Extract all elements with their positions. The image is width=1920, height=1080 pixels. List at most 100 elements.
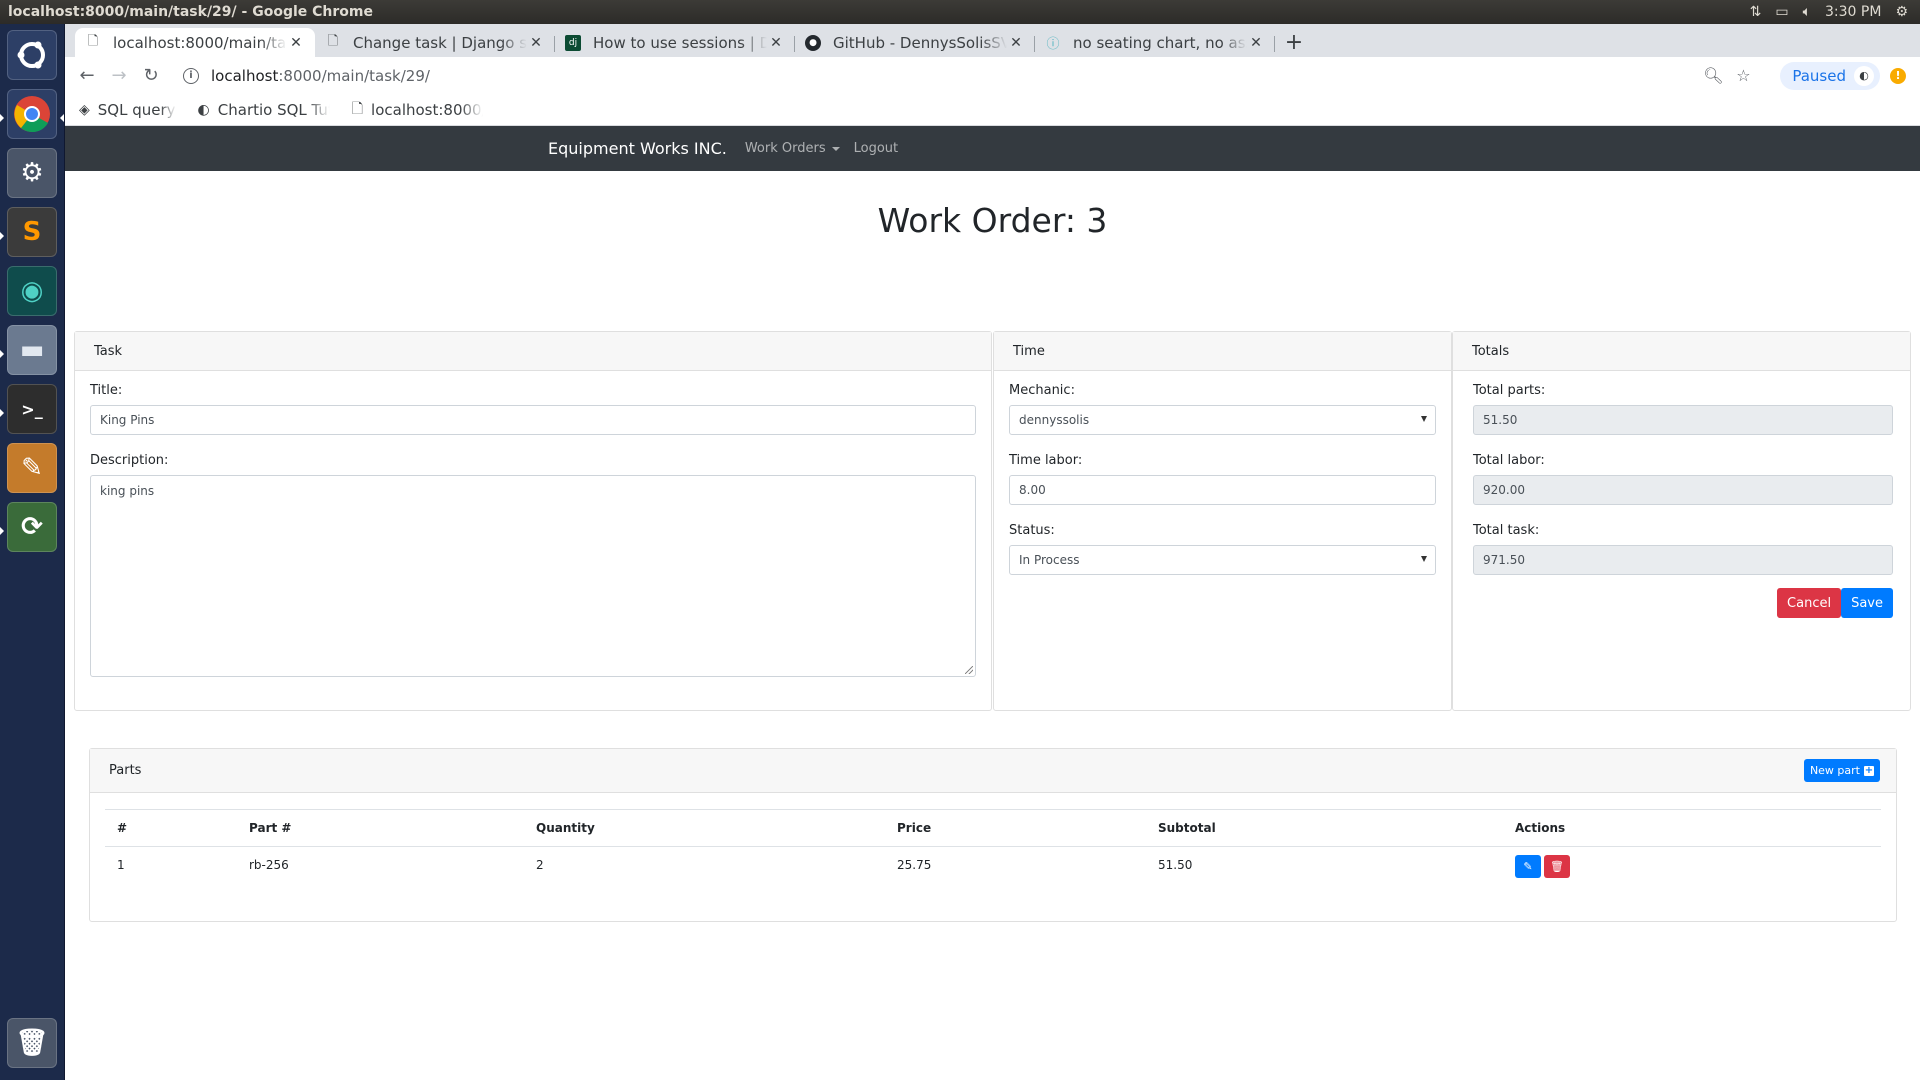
- running-indicator: [0, 114, 4, 122]
- total-parts-label: Total parts:: [1473, 383, 1546, 398]
- select-arrow-icon: [1421, 416, 1427, 422]
- battery-icon[interactable]: ▭: [1775, 4, 1788, 20]
- tab-title: How to use sessions | Django: [593, 33, 767, 52]
- avatar: ◐: [1854, 65, 1874, 86]
- select-arrow-icon: [1421, 556, 1427, 562]
- url-host: localhost: [211, 66, 279, 85]
- total-parts-value: 51.50: [1483, 413, 1518, 427]
- nav-work-orders-label: Work Orders: [744, 141, 826, 156]
- nav-work-orders-dropdown[interactable]: Work Orders: [745, 141, 840, 156]
- close-icon[interactable]: ✕: [767, 35, 785, 51]
- cell-number: 1: [117, 857, 125, 872]
- column-header-price: Price: [885, 809, 1146, 847]
- bookmark-localhost[interactable]: 🗋︎ localhost:8000/main: [352, 98, 483, 122]
- window-title: localhost:8000/main/task/29/ - Google Ch…: [8, 4, 373, 20]
- cell-actions: ✎ 🗑︎: [1503, 847, 1881, 883]
- mechanic-select[interactable]: dennyssolis: [1009, 405, 1436, 435]
- focused-indicator: [60, 114, 64, 122]
- bookmarks-bar: ◈ SQL query ◐ Chartio SQL Tutorial 🗋︎ lo…: [65, 94, 1920, 126]
- tab-seating-chart[interactable]: ⓘ no seating chart, no assign ✕: [1035, 28, 1275, 57]
- browser-toolbar: ← → ↻ i localhost:8000/main/task/29/ 🔍︎ …: [65, 57, 1920, 94]
- parts-card: Parts New part + # Part # Quantity Price…: [89, 748, 1897, 922]
- description-value: king pins: [100, 484, 155, 498]
- clock[interactable]: 3:30 PM: [1825, 4, 1881, 20]
- network-arrows-icon[interactable]: ⇅: [1750, 4, 1762, 20]
- app-brand[interactable]: Equipment Works INC.: [548, 139, 727, 158]
- app-navbar: Equipment Works INC. Work Orders Logout: [65, 126, 1920, 171]
- tab-django-admin[interactable]: 🗋︎ Change task | Django site admin ✕: [315, 28, 555, 57]
- gitkraken-icon[interactable]: ◉: [7, 266, 57, 316]
- plus-square-icon: +: [1864, 764, 1874, 776]
- edit-button[interactable]: ✎: [1515, 855, 1541, 879]
- running-indicator: [0, 409, 4, 417]
- page-title: Work Order: 3: [877, 201, 1108, 240]
- page-icon: 🗋︎: [327, 33, 339, 49]
- forward-arrow-icon[interactable]: →: [103, 61, 135, 91]
- column-header-quantity: Quantity: [524, 809, 885, 847]
- ubuntu-dash-icon[interactable]: [7, 30, 57, 80]
- mechanic-label: Mechanic:: [1009, 383, 1075, 398]
- image-viewer-icon[interactable]: ✎: [7, 443, 57, 493]
- sql-icon: ◈: [79, 101, 90, 118]
- profile-button[interactable]: Paused ◐: [1780, 61, 1880, 90]
- cell-part: rb-256: [249, 857, 289, 872]
- total-task-field: 971.50: [1473, 545, 1893, 575]
- system-tray: ⇅ ▭ 🔈︎ 3:30 PM ⚙: [1750, 4, 1908, 20]
- chrome-icon[interactable]: [7, 89, 57, 139]
- globe-icon: ⓘ: [1046, 37, 1060, 52]
- cancel-button[interactable]: Cancel: [1777, 588, 1842, 618]
- disks-icon[interactable]: ▬: [7, 325, 57, 375]
- tab-github[interactable]: ● GitHub - DennysSolisSV/T ✕: [795, 28, 1035, 57]
- running-indicator: [0, 232, 4, 240]
- new-part-button[interactable]: New part +: [1803, 759, 1880, 782]
- software-updater-icon[interactable]: ⟳: [7, 502, 57, 552]
- running-indicator: [0, 527, 4, 535]
- close-icon[interactable]: ✕: [287, 35, 305, 51]
- save-button[interactable]: Save: [1841, 588, 1893, 618]
- page-icon: 🗋︎: [351, 100, 364, 117]
- address-bar[interactable]: i localhost:8000/main/task/29/ 🔍︎ ☆: [173, 60, 1769, 91]
- description-textarea[interactable]: king pins: [90, 475, 976, 677]
- time-card: Time Mechanic: dennyssolis Time labor: 8…: [993, 331, 1452, 711]
- system-settings-icon[interactable]: ⚙: [7, 148, 57, 198]
- reload-icon[interactable]: ↻: [135, 61, 167, 91]
- task-card-header: Task: [75, 332, 991, 371]
- time-labor-input[interactable]: 8.00: [1009, 475, 1436, 505]
- terminal-icon[interactable]: >_: [7, 384, 57, 434]
- sublime-text-icon[interactable]: S: [7, 207, 57, 257]
- parts-table: # Part # Quantity Price Subtotal Actions…: [105, 809, 1881, 883]
- volume-icon[interactable]: 🔈︎: [1803, 4, 1811, 20]
- bookmark-star-icon[interactable]: ☆: [1728, 66, 1758, 85]
- close-icon[interactable]: ✕: [527, 35, 545, 51]
- column-header-number: #: [105, 809, 237, 847]
- new-tab-button[interactable]: +: [1279, 28, 1309, 57]
- bookmark-chartio[interactable]: ◐ Chartio SQL Tutorial: [198, 101, 330, 119]
- settings-gear-icon[interactable]: ⚙: [1895, 4, 1908, 20]
- status-value: In Process: [1019, 553, 1080, 567]
- info-icon[interactable]: i: [183, 67, 199, 84]
- trash-icon[interactable]: 🗑︎: [7, 1018, 57, 1068]
- close-icon[interactable]: ✕: [1247, 35, 1265, 51]
- description-label: Description:: [90, 453, 169, 468]
- close-icon[interactable]: ✕: [1007, 35, 1025, 51]
- bookmark-label: SQL query: [97, 100, 176, 119]
- parts-card-header: Parts New part +: [90, 749, 1896, 793]
- cell-price: 25.75: [897, 857, 932, 872]
- bookmark-sql-query[interactable]: ◈ SQL query: [79, 101, 176, 119]
- tab-django-sessions[interactable]: dj How to use sessions | Django ✕: [555, 28, 795, 57]
- table-header-row: # Part # Quantity Price Subtotal Actions: [105, 809, 1881, 847]
- warning-icon[interactable]: !: [1890, 67, 1906, 84]
- tab-active[interactable]: 🗋︎ localhost:8000/main/task/29/ ✕: [75, 28, 315, 57]
- delete-button[interactable]: 🗑︎: [1544, 855, 1570, 879]
- title-value: King Pins: [100, 413, 155, 427]
- nav-logout[interactable]: Logout: [854, 141, 899, 156]
- title-input[interactable]: King Pins: [90, 405, 976, 435]
- resize-handle-icon[interactable]: [965, 666, 973, 674]
- tab-title: no seating chart, no assign: [1073, 33, 1247, 52]
- back-arrow-icon[interactable]: ←: [71, 61, 103, 91]
- django-icon: dj: [565, 34, 581, 51]
- column-header-actions: Actions: [1503, 809, 1881, 847]
- url-path: :8000/main/task/29/: [278, 66, 430, 85]
- status-select[interactable]: In Process: [1009, 545, 1436, 575]
- zoom-icon[interactable]: 🔍︎: [1698, 66, 1728, 85]
